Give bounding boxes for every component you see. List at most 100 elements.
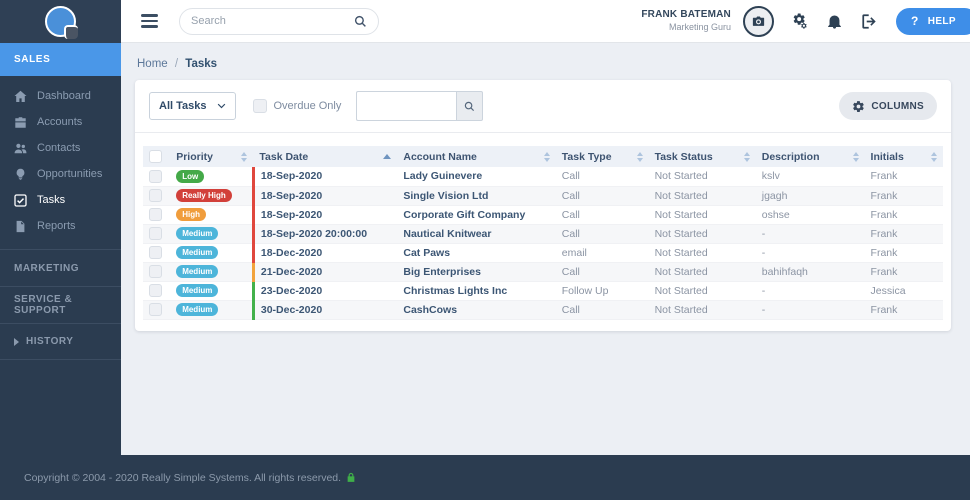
sidebar-section-service-support[interactable]: SERVICE & SUPPORT <box>0 286 121 323</box>
column-header[interactable]: Priority <box>170 146 254 167</box>
table-row[interactable]: Medium 30-Dec-2020 CashCows Call Not Sta… <box>143 300 943 320</box>
task-status: Not Started <box>648 281 756 301</box>
sort-icon[interactable] <box>636 151 643 162</box>
table-header-row: Priority Task Date Account Name Task Typ… <box>143 146 943 167</box>
task-date: 18-Dec-2020 <box>260 246 323 259</box>
row-checkbox[interactable] <box>149 189 162 202</box>
sidebar-item-opportunities[interactable]: Opportunities <box>0 161 121 187</box>
columns-label: COLUMNS <box>871 100 924 112</box>
row-checkbox[interactable] <box>149 208 162 221</box>
task-date-cell: 23-Dec-2020 <box>251 281 398 301</box>
sidebar-section-history[interactable]: HISTORY <box>0 323 121 360</box>
priority-badge: Low <box>176 170 205 183</box>
column-header[interactable]: Description <box>755 146 865 167</box>
column-header[interactable]: Task Date <box>253 146 398 167</box>
table-row[interactable]: Low 18-Sep-2020 Lady Guinevere Call Not … <box>143 167 943 187</box>
table-row[interactable]: Really High 18-Sep-2020 Single Vision Lt… <box>143 186 943 206</box>
help-button[interactable]: ? HELP <box>895 7 970 35</box>
column-header[interactable]: Initials <box>864 146 943 167</box>
task-status: Not Started <box>648 243 756 263</box>
task-type: email <box>555 243 649 263</box>
overdue-only-checkbox[interactable] <box>252 99 267 113</box>
row-checkbox[interactable] <box>149 169 162 183</box>
task-status: Not Started <box>648 262 756 282</box>
task-date-cell: 18-Sep-2020 20:00:00 <box>251 224 398 244</box>
logo-block[interactable] <box>0 0 121 43</box>
sort-icon[interactable] <box>852 151 859 162</box>
sidebar-section-sales[interactable]: SALES <box>0 43 121 76</box>
select-all-checkbox[interactable] <box>149 150 162 163</box>
table-row[interactable]: Medium 18-Sep-2020 20:00:00 Nautical Kni… <box>143 224 943 244</box>
hamburger-menu-icon[interactable] <box>141 14 158 28</box>
column-label: Task Date <box>259 150 309 163</box>
sidebar-section-marketing[interactable]: MARKETING <box>0 249 121 286</box>
row-checkbox[interactable] <box>149 265 162 278</box>
initials: Frank <box>864 243 943 263</box>
row-checkbox[interactable] <box>149 227 162 240</box>
sidebar-item-tasks[interactable]: Tasks <box>0 187 121 213</box>
sort-icon[interactable] <box>543 151 550 162</box>
account-name[interactable]: CashCows <box>397 300 556 320</box>
table-search-input[interactable] <box>356 91 457 121</box>
task-filter-value: All Tasks <box>159 100 207 112</box>
column-header[interactable]: Task Status <box>648 146 756 167</box>
sidebar-item-label: Opportunities <box>37 168 103 180</box>
caret-right-icon <box>14 337 19 346</box>
sidebar-item-accounts[interactable]: Accounts <box>0 109 121 135</box>
account-name[interactable]: Corporate Gift Company <box>397 205 556 225</box>
sales-label: SALES <box>14 54 51 65</box>
check-square-icon <box>14 193 27 207</box>
search-icon[interactable] <box>354 15 367 28</box>
task-table-body: Low 18-Sep-2020 Lady Guinevere Call Not … <box>143 167 943 320</box>
table-search-button[interactable] <box>456 91 484 121</box>
logout-button[interactable] <box>860 12 879 31</box>
description: jgagh <box>755 186 865 206</box>
help-label: HELP <box>927 15 956 27</box>
breadcrumb-separator: / <box>174 58 179 70</box>
settings-button[interactable] <box>790 12 809 31</box>
account-name[interactable]: Christmas Lights Inc <box>397 281 556 301</box>
column-header[interactable]: Account Name <box>397 146 556 167</box>
description: - <box>755 243 865 263</box>
user-role: Marketing Guru <box>668 21 731 32</box>
columns-button[interactable]: COLUMNS <box>839 92 937 120</box>
initials: Frank <box>864 205 943 225</box>
overdue-only-filter: Overdue Only <box>252 99 341 113</box>
sidebar-item-contacts[interactable]: Contacts <box>0 135 121 161</box>
table-row[interactable]: Medium 23-Dec-2020 Christmas Lights Inc … <box>143 281 943 301</box>
task-date: 18-Sep-2020 <box>260 170 323 183</box>
account-name[interactable]: Big Enterprises <box>397 262 556 282</box>
column-header[interactable]: Task Type <box>555 146 649 167</box>
account-name[interactable]: Nautical Knitwear <box>397 224 556 244</box>
select-all-header <box>143 146 171 167</box>
sidebar-item-label: Accounts <box>37 116 83 128</box>
global-search-input[interactable] <box>191 15 348 27</box>
notifications-button[interactable] <box>826 13 843 30</box>
sidebar-item-reports[interactable]: Reports <box>0 213 121 239</box>
sort-icon[interactable] <box>383 154 392 159</box>
global-search[interactable] <box>179 7 379 35</box>
sort-icon[interactable] <box>241 151 248 162</box>
table-row[interactable]: Medium 18-Dec-2020 Cat Paws email Not St… <box>143 243 943 263</box>
table-row[interactable]: High 18-Sep-2020 Corporate Gift Company … <box>143 205 943 225</box>
table-row[interactable]: Medium 21-Dec-2020 Big Enterprises Call … <box>143 262 943 282</box>
breadcrumb-home-link[interactable]: Home <box>137 58 168 70</box>
row-checkbox[interactable] <box>149 303 162 316</box>
sidebar-item-dashboard[interactable]: Dashboard <box>0 83 121 109</box>
task-date: 21-Dec-2020 <box>260 265 323 278</box>
sort-icon[interactable] <box>743 151 750 162</box>
task-status: Not Started <box>648 224 756 244</box>
row-checkbox[interactable] <box>149 284 162 297</box>
account-name[interactable]: Lady Guinevere <box>397 167 556 187</box>
account-name[interactable]: Cat Paws <box>397 243 556 263</box>
task-status: Not Started <box>648 300 756 320</box>
row-checkbox[interactable] <box>149 246 162 259</box>
account-name[interactable]: Single Vision Ltd <box>397 186 556 206</box>
avatar[interactable] <box>742 5 774 37</box>
sort-icon[interactable] <box>931 151 937 162</box>
task-status: Not Started <box>648 205 756 225</box>
chevron-down-icon <box>217 103 225 109</box>
description: - <box>755 224 865 244</box>
task-filter-select[interactable]: All Tasks <box>149 92 236 120</box>
user-block[interactable]: FRANK BATEMAN Marketing Guru <box>641 9 731 33</box>
